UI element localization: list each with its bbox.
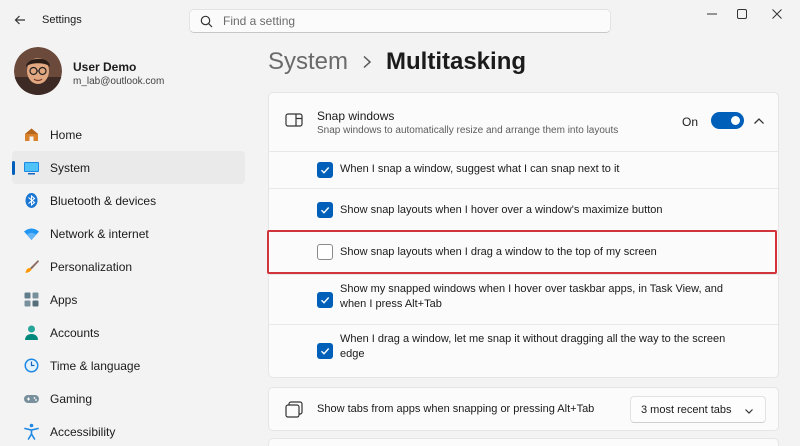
chevron-right-icon [362,55,372,69]
checkmark-icon [321,207,330,214]
time-language-icon [22,357,40,375]
search-icon [199,14,213,28]
checkmark-icon [321,167,330,174]
maximize-button[interactable] [723,4,761,24]
system-icon [22,159,40,177]
search-input[interactable] [223,14,583,28]
snap-tabs-card: Show tabs from apps when snapping or pre… [268,387,779,431]
accessibility-icon [22,423,40,441]
snap-windows-title: Snap windows [317,109,395,123]
sidebar-item-bluetooth[interactable]: Bluetooth & devices [12,184,245,217]
snap-windows-toggle[interactable] [711,112,744,129]
checkmark-icon [321,297,330,304]
bluetooth-icon [22,192,40,210]
sidebar-item-gaming[interactable]: Gaming [12,382,245,415]
close-button[interactable] [758,4,796,24]
snap-option-row: When I drag a window, let me snap it wit… [269,324,778,378]
sidebar-item-label: Personalization [50,259,133,274]
sidebar-nav: Home System Bluetooth & devices Network … [12,118,245,446]
maximize-icon [737,9,747,19]
user-email: m_lab@outlook.com [73,76,165,87]
snap-windows-description: Snap windows to automatically resize and… [317,125,619,136]
highlight-box [267,230,777,274]
snap-option-label: Show snap layouts when I hover over a wi… [340,204,663,216]
sidebar-item-label: Accessibility [50,424,116,439]
snap-tabs-label: Show tabs from apps when snapping or pre… [317,403,595,415]
toggle-state-label: On [682,115,699,129]
snap-option-label: Show my snapped windows when I hover ove… [340,283,723,310]
snap-windows-header[interactable]: Snap windows Snap windows to automatical… [269,93,778,151]
snap-option-checkbox[interactable] [317,162,333,178]
snap-option-checkbox[interactable] [317,292,333,308]
sidebar-item-label: Network & internet [50,226,149,241]
brush-icon [22,258,40,276]
sidebar-item-label: Bluetooth & devices [50,193,157,208]
close-icon [772,9,782,19]
sidebar-item-time-language[interactable]: Time & language [12,349,245,382]
sidebar-item-home[interactable]: Home [12,118,245,151]
page-title: Multitasking [386,48,527,75]
sidebar-item-label: System [50,160,91,175]
avatar[interactable] [14,47,62,95]
snap-option-checkbox[interactable] [317,343,333,359]
apps-icon [22,291,40,309]
search-box[interactable] [189,9,611,33]
network-icon [22,225,40,243]
sidebar-item-label: Home [50,127,83,142]
sidebar-item-personalization[interactable]: Personalization [12,250,245,283]
sidebar-item-label: Apps [50,292,78,307]
sidebar-item-accessibility[interactable]: Accessibility [12,415,245,446]
snap-tabs-dropdown[interactable]: 3 most recent tabs [630,396,766,423]
chevron-down-icon [743,404,755,422]
app-title: Settings [42,14,82,26]
sidebar-item-accounts[interactable]: Accounts [12,316,245,349]
dropdown-selected-value: 3 most recent tabs [641,403,732,416]
chevron-up-icon[interactable] [752,114,766,128]
snap-window-icon [285,113,303,132]
snap-option-row: When I snap a window, suggest what I can… [269,151,778,188]
breadcrumb: System Multitasking [268,48,526,76]
tabs-icon [285,401,303,424]
checkmark-icon [321,348,330,355]
user-avatar-icon [14,47,62,95]
home-icon [22,126,40,144]
snap-option-checkbox[interactable] [317,202,333,218]
user-name: User Demo [73,60,137,74]
sidebar-item-network[interactable]: Network & internet [12,217,245,250]
sidebar-item-label: Gaming [50,391,93,406]
title-bar: Settings [0,0,800,40]
arrow-left-icon [14,15,25,25]
toggle-knob [731,116,740,125]
sidebar-item-label: Accounts [50,325,100,340]
snap-option-label: When I drag a window, let me snap it wit… [340,333,726,360]
sidebar-item-apps[interactable]: Apps [12,283,245,316]
accounts-icon [22,324,40,342]
breadcrumb-parent[interactable]: System [268,48,348,76]
snap-option-row: Show my snapped windows when I hover ove… [269,274,778,324]
snap-option-row: Show snap layouts when I hover over a wi… [269,188,778,230]
back-button[interactable] [10,10,30,30]
snap-option-label: When I snap a window, suggest what I can… [340,163,620,175]
minimize-icon [707,13,717,15]
sidebar-item-system[interactable]: System [12,151,245,184]
gaming-icon [22,390,40,408]
sidebar-item-label: Time & language [50,358,141,373]
next-setting-card [268,438,779,446]
